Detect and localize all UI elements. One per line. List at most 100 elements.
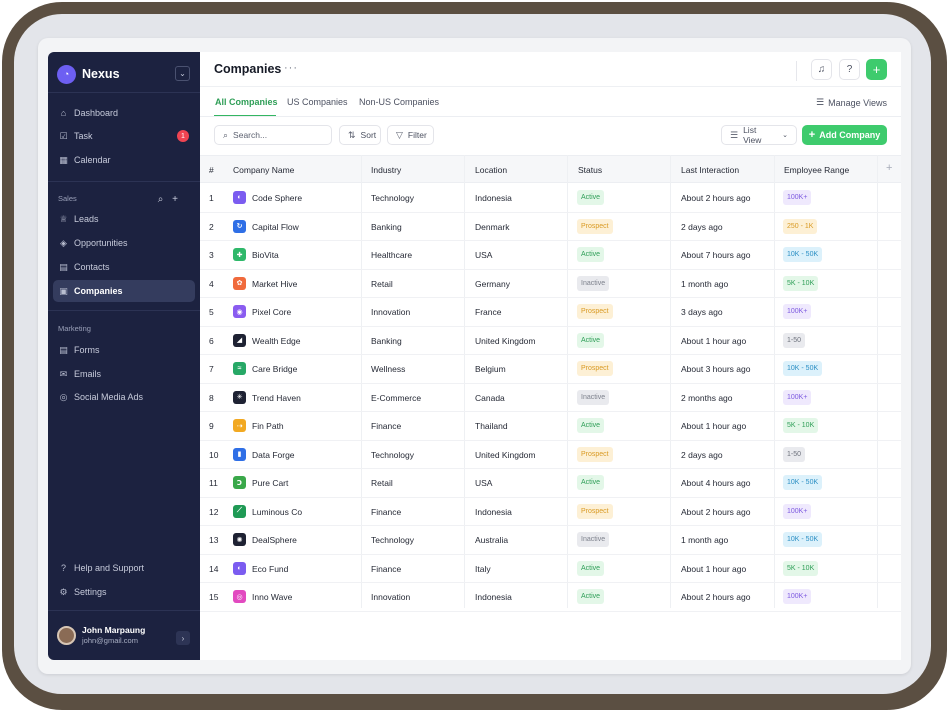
- column-header-last-interaction[interactable]: Last Interaction: [681, 165, 739, 175]
- view-select[interactable]: ☰ List View ⌄: [721, 125, 797, 145]
- sidebar-item-social-media-ads[interactable]: ◎ Social Media Ads: [53, 386, 195, 408]
- sidebar-item-companies[interactable]: ▣ Companies: [53, 280, 195, 302]
- help-icon: ?: [60, 563, 66, 573]
- status-badge: Inactive: [577, 275, 610, 291]
- table-row[interactable]: 1 ◐ Code Sphere Technology Indonesia Active Ab…: [200, 184, 901, 213]
- plus-icon: +: [808, 129, 816, 141]
- company-logo-icon: ▮: [233, 447, 246, 461]
- status-badge: Inactive: [577, 389, 610, 405]
- search-input[interactable]: ⌕ Search...: [214, 125, 332, 145]
- company-name[interactable]: BioVita: [252, 250, 279, 260]
- company-name[interactable]: Inno Wave: [252, 592, 292, 602]
- sidebar-item-emails[interactable]: ✉ Emails: [53, 363, 195, 385]
- sort-label: Sort: [360, 130, 377, 140]
- row-number: 14: [209, 563, 219, 574]
- sidebar-item-help-and-support[interactable]: ? Help and Support: [53, 557, 195, 579]
- brand[interactable]: ◔ Nexus: [57, 64, 120, 84]
- company-name[interactable]: Capital Flow: [252, 222, 299, 232]
- company-name[interactable]: Market Hive: [252, 279, 297, 289]
- manage-views-button[interactable]: ☰ Manage Views: [816, 97, 887, 108]
- employee-range-badge: 5K - 10K: [783, 418, 819, 433]
- column-header-location[interactable]: Location: [475, 165, 507, 175]
- company-name[interactable]: Care Bridge: [252, 364, 297, 374]
- table-row[interactable]: 3 ✚ BioVita Healthcare USA Active About 7 hour…: [200, 241, 901, 270]
- list-icon: ☰: [730, 129, 739, 140]
- company-name[interactable]: Trend Haven: [252, 393, 301, 403]
- filter-button[interactable]: ▽ Filter: [387, 125, 434, 145]
- add-column-icon[interactable]: +: [886, 162, 892, 174]
- company-name[interactable]: Eco Fund: [252, 564, 288, 574]
- search-icon[interactable]: ⌕: [158, 194, 164, 205]
- table-row[interactable]: 15 ◎ Inno Wave Innovation Indonesia Active Abo…: [200, 583, 901, 612]
- tab-us-companies[interactable]: US Companies: [287, 97, 348, 107]
- views-icon: ☰: [816, 97, 825, 107]
- table-row[interactable]: 2 ↻ Capital Flow Banking Denmark Prospect 2 da…: [200, 213, 901, 241]
- column-header-industry[interactable]: Industry: [371, 165, 401, 175]
- sidebar-item-label: Companies: [74, 286, 123, 296]
- more-options-icon[interactable]: ···: [284, 62, 298, 74]
- row-number: 15: [209, 592, 219, 602]
- row-number: 3: [209, 250, 214, 260]
- column-header-status[interactable]: Status: [578, 165, 602, 175]
- last-interaction: 2 days ago: [681, 449, 723, 460]
- tab-non-us-companies[interactable]: Non-US Companies: [359, 97, 439, 107]
- page-title: Companies: [214, 62, 282, 76]
- company-name[interactable]: Pixel Core: [252, 307, 291, 317]
- opportunity-icon: ◈: [60, 237, 67, 248]
- table-row[interactable]: 4 ✿ Market Hive Retail Germany Inactive 1 mont…: [200, 270, 901, 298]
- add-icon[interactable]: +: [172, 194, 178, 205]
- company-name[interactable]: Wealth Edge: [252, 336, 301, 346]
- tab-all-companies[interactable]: All Companies: [215, 97, 278, 107]
- table-row[interactable]: 12 ⟋ Luminous Co Finance Indonesia Prospect Ab…: [200, 498, 901, 526]
- status-badge: Prospect: [577, 304, 613, 319]
- table-row[interactable]: 13 ✺ DealSphere Technology Australia Inactive…: [200, 526, 901, 555]
- company-logo-icon: ≈: [233, 362, 246, 375]
- sort-button[interactable]: ⇅ Sort: [339, 125, 381, 145]
- row-number: 13: [209, 535, 219, 545]
- chevron-right-icon[interactable]: ›: [176, 631, 190, 645]
- sidebar-item-task[interactable]: ☑ Task 1: [53, 125, 195, 147]
- sidebar-item-calendar[interactable]: ▦ Calendar: [53, 149, 195, 171]
- add-button[interactable]: +: [866, 59, 887, 80]
- company-name[interactable]: Code Sphere: [252, 193, 302, 203]
- industry: Retail: [371, 478, 393, 488]
- industry: Innovation: [371, 592, 411, 602]
- industry: Finance: [371, 506, 402, 517]
- company-logo-icon: ⇢: [233, 419, 246, 432]
- sidebar-item-dashboard[interactable]: ⌂ Dashboard: [53, 102, 195, 124]
- status-badge: Active: [577, 247, 605, 262]
- company-name[interactable]: Data Forge: [252, 450, 295, 460]
- row-number: 8: [209, 392, 214, 403]
- column-header-number[interactable]: #: [209, 165, 214, 175]
- sidebar-item-settings[interactable]: ⚙ Settings: [53, 581, 195, 603]
- table-row[interactable]: 10 ▮ Data Forge Technology United Kingdom Pro…: [200, 441, 901, 469]
- column-header-employee-range[interactable]: Employee Range: [784, 165, 849, 175]
- table-row[interactable]: 6 ◢ Wealth Edge Banking United Kingdom Active…: [200, 327, 901, 355]
- sidebar-item-opportunities[interactable]: ◈ Opportunities: [53, 232, 195, 254]
- row-number: 7: [209, 364, 214, 374]
- location: United Kingdom: [475, 449, 536, 460]
- table-row[interactable]: 14 ◐ Eco Fund Finance Italy Active About 1 hou…: [200, 555, 901, 583]
- user-profile[interactable]: John Marpaung john@gmail.com: [57, 625, 145, 645]
- company-name[interactable]: DealSphere: [252, 535, 297, 545]
- workspace-switcher-chevron-icon[interactable]: ⌄: [175, 66, 190, 81]
- table-row[interactable]: 11 Ↄ Pure Cart Retail USA Active About 4 hours…: [200, 469, 901, 498]
- add-company-button[interactable]: + Add Company: [802, 125, 887, 145]
- bell-icon[interactable]: ♫: [811, 59, 832, 80]
- table-row[interactable]: 8 ✳ Trend Haven E-Commerce Canada Inactive 2 m…: [200, 384, 901, 412]
- company-name[interactable]: Luminous Co: [252, 507, 302, 517]
- gear-icon: ⚙: [59, 586, 68, 597]
- sidebar-item-forms[interactable]: ▤ Forms: [53, 339, 195, 361]
- table-row[interactable]: 5 ◉ Pixel Core Innovation France Prospect 3 da…: [200, 298, 901, 327]
- column-header-company-name[interactable]: Company Name: [233, 165, 294, 175]
- help-icon[interactable]: ?: [839, 59, 860, 80]
- company-logo-icon: ✳: [233, 390, 246, 404]
- table-row[interactable]: 9 ⇢ Fin Path Finance Thailand Active About 1 h…: [200, 412, 901, 441]
- table-row[interactable]: 7 ≈ Care Bridge Wellness Belgium Prospect Abou…: [200, 355, 901, 384]
- sidebar-item-leads[interactable]: ♕ Leads: [53, 208, 195, 230]
- location: Canada: [475, 392, 505, 403]
- sidebar-item-contacts[interactable]: ▤ Contacts: [53, 256, 195, 278]
- divider: [200, 86, 901, 87]
- company-name[interactable]: Fin Path: [252, 421, 284, 431]
- company-name[interactable]: Pure Cart: [252, 478, 288, 488]
